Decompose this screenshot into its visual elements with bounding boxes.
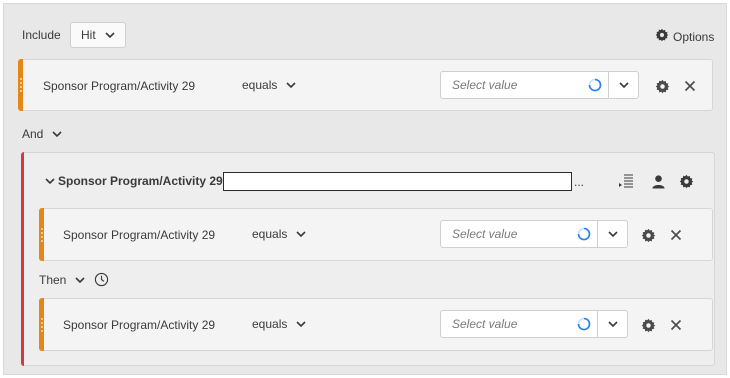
chevron-down-icon — [74, 274, 86, 286]
value-select-placeholder: Select value — [452, 317, 518, 331]
value-select[interactable]: Select value — [440, 310, 628, 338]
dimension-name: Sponsor Program/Activity 29 — [63, 318, 216, 332]
operator-value: equals — [252, 227, 288, 241]
value-select[interactable]: Select value — [440, 220, 628, 248]
options-label: Options — [673, 29, 715, 44]
gear-icon[interactable] — [640, 317, 656, 333]
user-icon[interactable] — [650, 173, 666, 189]
scope-dropdown[interactable]: Hit — [70, 22, 126, 48]
container-title: Sponsor Program/Activity 29 = — [58, 174, 234, 188]
value-dropdown-toggle[interactable] — [597, 311, 627, 337]
gear-icon[interactable] — [640, 227, 656, 243]
chevron-down-icon — [104, 29, 116, 41]
include-label: Include — [22, 28, 61, 42]
value-select-placeholder: Select value — [452, 78, 518, 92]
then-operator-dropdown[interactable]: Then — [39, 272, 109, 287]
rule-row: Sponsor Program/Activity 29 equals Selec… — [39, 208, 713, 261]
value-dropdown-toggle[interactable] — [597, 221, 627, 247]
loading-spinner-icon — [582, 78, 608, 92]
chevron-down-icon — [618, 82, 629, 89]
operator-dropdown[interactable]: equals — [242, 78, 297, 92]
chevron-down-icon — [607, 321, 618, 328]
chevron-down-icon — [285, 79, 297, 91]
drag-handle-icon[interactable] — [40, 227, 44, 242]
value-select-placeholder: Select value — [452, 227, 518, 241]
close-icon[interactable] — [668, 317, 684, 333]
drag-handle-icon[interactable] — [40, 317, 44, 332]
then-label: Then — [39, 272, 67, 287]
rule-row: Sponsor Program/Activity 29 equals Selec… — [18, 59, 713, 111]
scope-value: Hit — [81, 28, 96, 42]
and-label: And — [22, 127, 44, 141]
container-header[interactable]: Sponsor Program/Activity 29 = — [44, 174, 233, 188]
close-icon[interactable] — [682, 78, 698, 94]
segment-builder-panel: Include Hit Options Sponsor Program/Acti… — [3, 3, 727, 375]
chevron-down-icon — [607, 231, 618, 238]
close-icon[interactable] — [668, 227, 684, 243]
container-name-input[interactable] — [223, 172, 572, 191]
rule-row: Sponsor Program/Activity 29 equals Selec… — [39, 298, 713, 351]
loading-spinner-icon — [571, 317, 597, 331]
gear-icon[interactable] — [654, 78, 670, 94]
chevron-down-icon — [295, 318, 307, 330]
and-operator-dropdown[interactable]: And — [22, 127, 63, 141]
dimension-name: Sponsor Program/Activity 29 — [63, 228, 216, 242]
operator-dropdown[interactable]: equals — [252, 317, 307, 331]
clock-icon[interactable] — [94, 272, 109, 287]
gear-icon[interactable] — [678, 173, 694, 189]
chevron-down-icon — [51, 128, 63, 140]
chevron-down-icon[interactable] — [44, 175, 56, 187]
drag-handle-icon[interactable] — [19, 78, 23, 92]
dimension-name: Sponsor Program/Activity 29 — [43, 79, 196, 93]
operator-value: equals — [252, 317, 288, 331]
loading-spinner-icon — [571, 227, 597, 241]
container-accent-bar — [21, 152, 24, 366]
sequential-container: Sponsor Program/Activity 29 = ... Sponso… — [21, 152, 715, 366]
ellipsis: ... — [574, 175, 585, 189]
operator-value: equals — [242, 78, 278, 92]
operator-dropdown[interactable]: equals — [252, 227, 307, 241]
gear-icon — [655, 28, 669, 45]
list-settings-icon[interactable] — [618, 173, 634, 189]
value-dropdown-toggle[interactable] — [608, 72, 638, 98]
options-button[interactable]: Options — [655, 28, 714, 45]
chevron-down-icon — [295, 228, 307, 240]
value-select[interactable]: Select value — [440, 71, 639, 99]
